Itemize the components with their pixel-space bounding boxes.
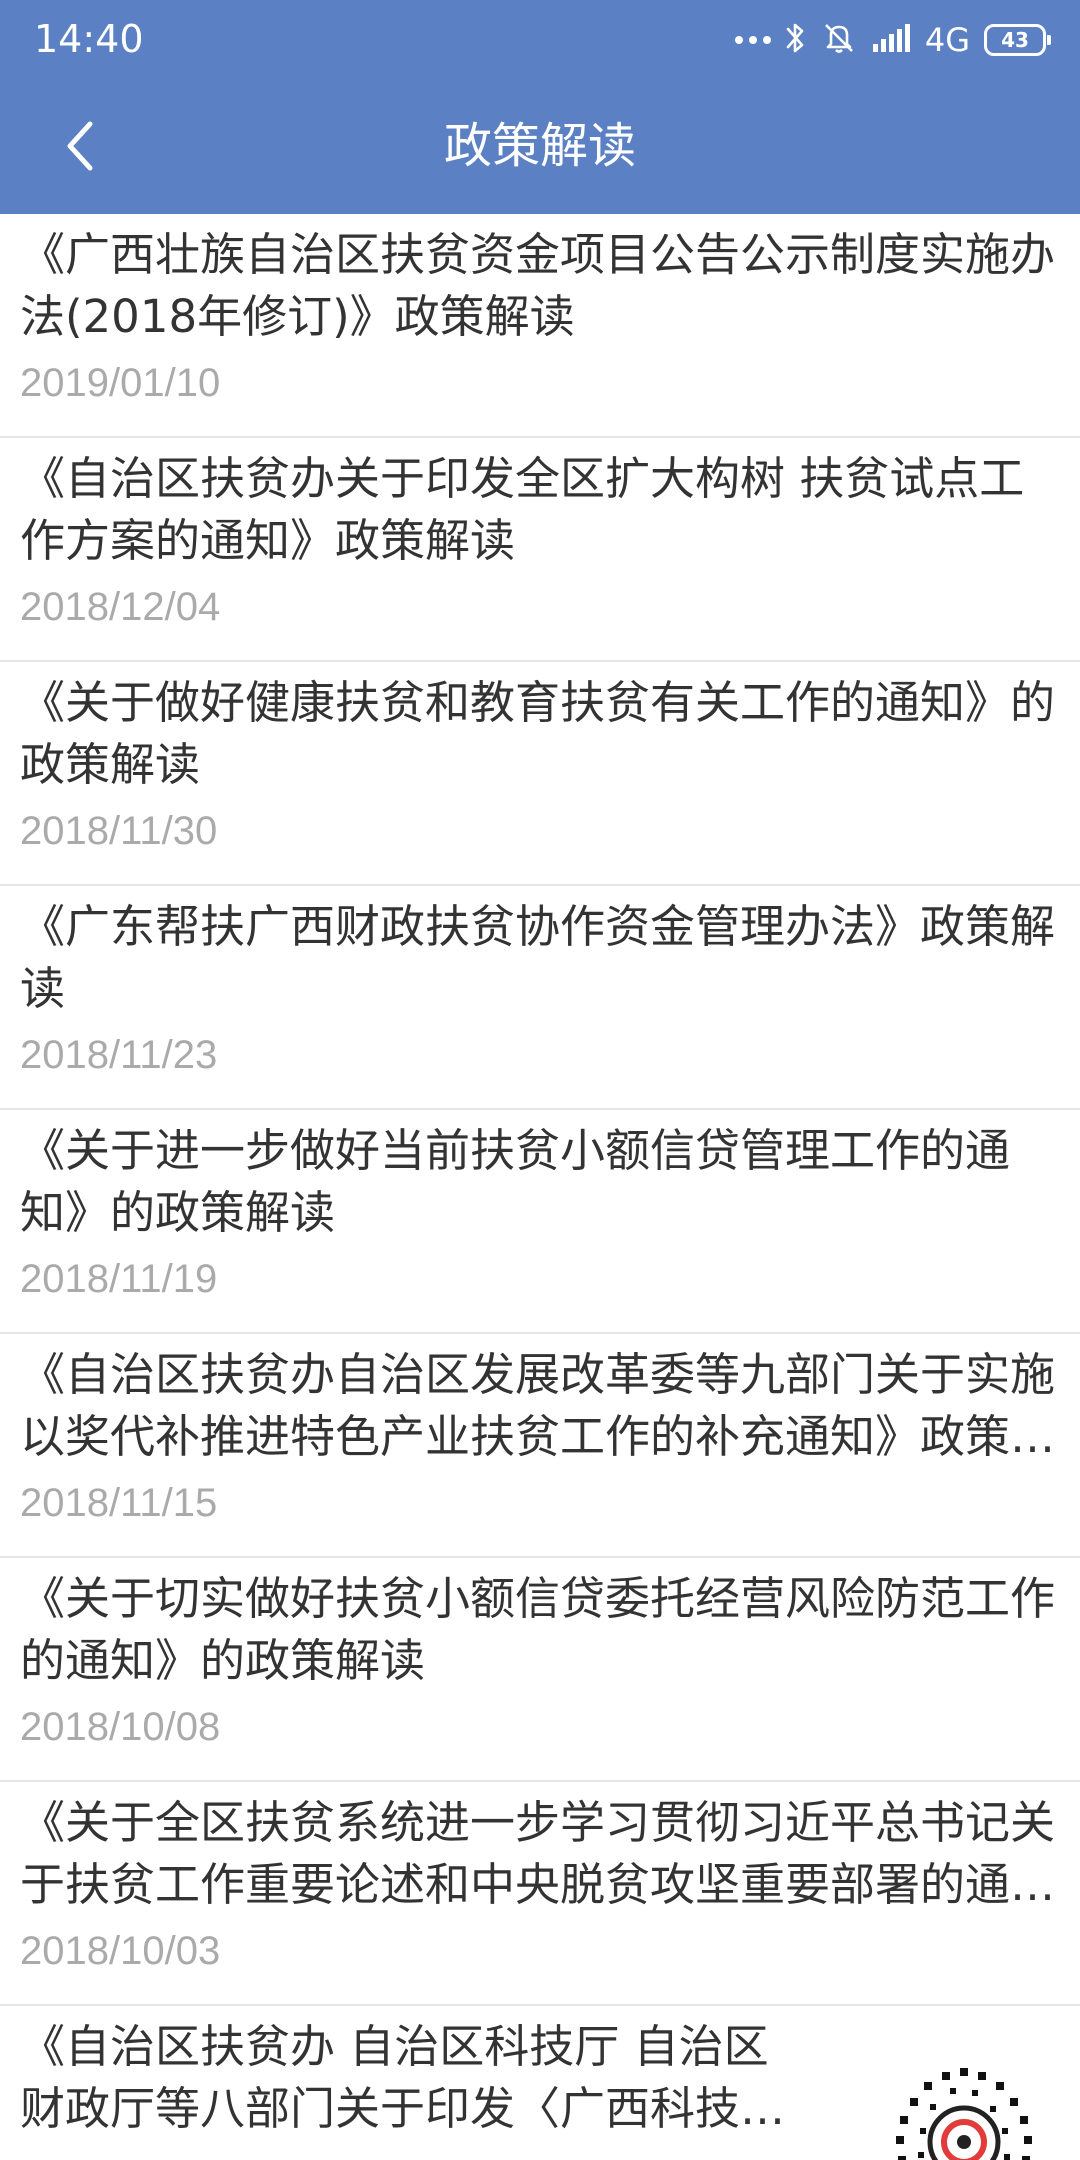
item-title: 《自治区扶贫办 自治区科技厅 自治区财政厅等八部门关于印发〈广西科技扶贫行动方案… bbox=[20, 2020, 786, 2135]
battery-level: 43 bbox=[1001, 28, 1029, 52]
list-item[interactable]: 《关于全区扶贫系统进一步学习贯彻习近平总书记关于扶贫工作重要论述和中央脱贫攻坚重… bbox=[0, 1782, 1080, 2006]
item-title: 《关于进一步做好当前扶贫小额信贷管理工作的通知》的政策解读 bbox=[20, 1124, 1011, 1239]
item-title: 《广东帮扶广西财政扶贫协作资金管理办法》政策解读 bbox=[20, 900, 1056, 1015]
list-item[interactable]: 《关于进一步做好当前扶贫小额信贷管理工作的通知》的政策解读 2018/11/19 bbox=[0, 1110, 1080, 1334]
item-date: 2018/10/03 bbox=[20, 1929, 221, 1973]
item-title: 《自治区扶贫办自治区发展改革委等九部门关于实施以奖代补推进特色产业扶贫工作的补充… bbox=[20, 1348, 1056, 1463]
signal-bars-icon bbox=[871, 22, 911, 58]
bluetooth-icon bbox=[785, 20, 807, 60]
policy-list: 《广西壮族自治区扶贫资金项目公告公示制度实施办法(2018年修订)》政策解读 2… bbox=[0, 214, 1080, 2160]
item-date: 2019/01/10 bbox=[20, 361, 221, 405]
status-bar: 14:40 4G 43 bbox=[0, 0, 1080, 78]
list-item[interactable]: 《自治区扶贫办 自治区科技厅 自治区财政厅等八部门关于印发〈广西科技扶贫行动方案… bbox=[0, 2006, 1080, 2160]
item-date: 2018/12/04 bbox=[20, 585, 221, 629]
status-time: 14:40 bbox=[34, 17, 144, 61]
battery-icon: 43 bbox=[984, 24, 1051, 56]
alarm-off-icon bbox=[821, 20, 857, 60]
list-item[interactable]: 《广西壮族自治区扶贫资金项目公告公示制度实施办法(2018年修订)》政策解读 2… bbox=[0, 214, 1080, 438]
nav-bar: 政策解读 bbox=[0, 78, 1080, 214]
list-item[interactable]: 《广东帮扶广西财政扶贫协作资金管理办法》政策解读 2018/11/23 bbox=[0, 886, 1080, 1110]
qr-code-badge bbox=[864, 2058, 1064, 2160]
item-title: 《自治区扶贫办关于印发全区扩大构树 扶贫试点工作方案的通知》政策解读 bbox=[20, 452, 1025, 567]
list-item[interactable]: 《自治区扶贫办关于印发全区扩大构树 扶贫试点工作方案的通知》政策解读 2018/… bbox=[0, 438, 1080, 662]
item-title: 《关于全区扶贫系统进一步学习贯彻习近平总书记关于扶贫工作重要论述和中央脱贫攻坚重… bbox=[20, 1796, 1056, 1911]
item-date: 2018/10/08 bbox=[20, 1705, 221, 1749]
header: 14:40 4G 43 政策解读 bbox=[0, 0, 1080, 214]
list-item[interactable]: 《自治区扶贫办自治区发展改革委等九部门关于实施以奖代补推进特色产业扶贫工作的补充… bbox=[0, 1334, 1080, 1558]
page-title: 政策解读 bbox=[443, 118, 636, 174]
item-title: 《广西壮族自治区扶贫资金项目公告公示制度实施办法(2018年修订)》政策解读 bbox=[20, 228, 1056, 343]
list-item[interactable]: 《关于切实做好扶贫小额信贷委托经营风险防范工作的通知》的政策解读 2018/10… bbox=[0, 1558, 1080, 1782]
qr-pattern-icon bbox=[896, 2068, 1032, 2160]
item-date: 2018/11/19 bbox=[20, 1257, 218, 1301]
item-title: 《关于做好健康扶贫和教育扶贫有关工作的通知》的政策解读 bbox=[20, 676, 1056, 791]
item-date: 2018/11/15 bbox=[20, 1481, 218, 1525]
item-date: 2018/11/30 bbox=[20, 809, 218, 853]
item-title: 《关于切实做好扶贫小额信贷委托经营风险防范工作的通知》的政策解读 bbox=[20, 1572, 1056, 1687]
app-screen: 14:40 4G 43 政策解读 《广西壮族自治区扶贫资金项目公告公示制度实施办… bbox=[0, 0, 1080, 2160]
network-type: 4G bbox=[924, 21, 970, 59]
more-dots-icon bbox=[734, 36, 771, 44]
status-icons: 4G 43 bbox=[734, 18, 1051, 62]
item-date: 2018/11/23 bbox=[20, 1033, 218, 1077]
list-item[interactable]: 《关于做好健康扶贫和教育扶贫有关工作的通知》的政策解读 2018/11/30 bbox=[0, 662, 1080, 886]
